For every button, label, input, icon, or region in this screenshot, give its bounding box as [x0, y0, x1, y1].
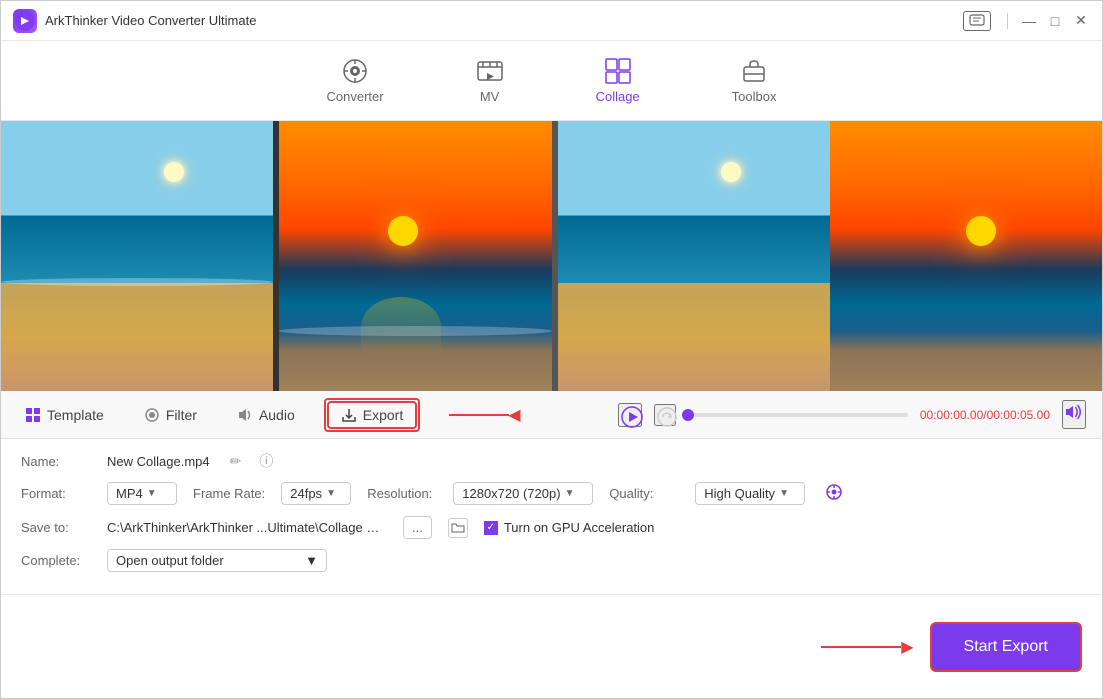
complete-arrow-icon: ▼ [305, 553, 318, 568]
save-to-row: Save to: C:\ArkThinker\ArkThinker ...Ult… [21, 516, 1082, 539]
name-info-icon[interactable]: ⓘ [259, 451, 273, 471]
app-icon [13, 9, 37, 33]
format-value: MP4 [116, 486, 143, 501]
audio-button[interactable]: Audio [229, 403, 303, 427]
tab-converter-label: Converter [327, 89, 384, 104]
gpu-label: Turn on GPU Acceleration [504, 520, 655, 535]
audio-label: Audio [259, 407, 295, 423]
annotation-line-2 [821, 646, 901, 648]
complete-value: Open output folder [116, 553, 301, 568]
browse-button[interactable]: ... [403, 516, 432, 539]
gpu-checkbox[interactable]: ✓ [484, 521, 498, 535]
progress-bar[interactable] [688, 413, 908, 417]
resolution-select[interactable]: 1280x720 (720p) ▼ [453, 482, 593, 505]
quality-value: High Quality [704, 486, 775, 501]
preview-panel-1[interactable] [1, 121, 273, 391]
name-label: Name: [21, 454, 91, 469]
gpu-acceleration-group: ✓ Turn on GPU Acceleration [484, 520, 655, 535]
tab-collage[interactable]: Collage [580, 49, 656, 112]
minimize-button[interactable]: — [1020, 12, 1038, 30]
complete-label: Complete: [21, 553, 91, 568]
filter-button[interactable]: Filter [136, 403, 205, 427]
export-label: Export [363, 407, 403, 423]
playback-controls: 00:00:00.00/00:00:05.00 [545, 400, 1086, 429]
time-total: 00:00:05.00 [987, 408, 1050, 422]
quality-label: Quality: [609, 486, 679, 501]
export-annotation-arrow: ◀ [449, 405, 520, 425]
format-row: Format: MP4 ▼ Frame Rate: 24fps ▼ Resolu… [21, 481, 1082, 506]
action-area: ▶ Start Export [1, 595, 1102, 698]
play-button[interactable] [618, 403, 642, 427]
name-row: Name: New Collage.mp4 ✏ ⓘ [21, 451, 1082, 471]
open-folder-icon[interactable] [448, 518, 468, 538]
frame-rate-value: 24fps [290, 486, 322, 501]
quality-arrow-icon: ▼ [779, 488, 789, 499]
format-label: Format: [21, 486, 91, 501]
progress-dot [682, 409, 694, 421]
volume-button[interactable] [1062, 400, 1086, 429]
frame-rate-label: Frame Rate: [193, 486, 265, 501]
preview-area [1, 121, 1102, 391]
quality-settings-button[interactable] [821, 481, 847, 506]
tab-toolbox[interactable]: Toolbox [716, 49, 793, 112]
time-current: 00:00:00.00 [920, 408, 983, 422]
export-panel: Name: New Collage.mp4 ✏ ⓘ Format: MP4 ▼ … [1, 439, 1102, 595]
export-button[interactable]: Export [327, 401, 417, 429]
titlebar: ArkThinker Video Converter Ultimate — □ … [1, 1, 1102, 41]
save-to-label: Save to: [21, 520, 91, 535]
complete-row: Complete: Open output folder ▼ [21, 549, 1082, 572]
quality-select[interactable]: High Quality ▼ [695, 482, 805, 505]
tab-converter[interactable]: Converter [311, 49, 400, 112]
frame-rate-select[interactable]: 24fps ▼ [281, 482, 351, 505]
app-title: ArkThinker Video Converter Ultimate [45, 13, 963, 28]
window-controls: — □ ✕ [963, 11, 1090, 31]
tab-toolbox-label: Toolbox [732, 89, 777, 104]
start-export-annotation: ▶ [821, 637, 913, 657]
maximize-button[interactable]: □ [1046, 12, 1064, 30]
export-button-container: Export [327, 401, 417, 429]
resolution-arrow-icon: ▼ [565, 488, 575, 499]
frame-rate-arrow-icon: ▼ [326, 488, 336, 499]
tab-mv-label: MV [480, 89, 500, 104]
tab-collage-label: Collage [596, 89, 640, 104]
loop-button[interactable] [654, 404, 676, 426]
tab-mv[interactable]: MV [460, 49, 520, 112]
start-export-button[interactable]: Start Export [930, 622, 1082, 672]
start-export-container: ▶ Start Export [821, 622, 1082, 672]
nav-tabs: Converter MV Collage [1, 41, 1102, 121]
format-select[interactable]: MP4 ▼ [107, 482, 177, 505]
annotation-arrow-icon-2: ▶ [901, 637, 913, 657]
name-edit-icon[interactable]: ✏ [230, 453, 242, 470]
complete-select[interactable]: Open output folder ▼ [107, 549, 327, 572]
template-button[interactable]: Template [17, 403, 112, 427]
toolbar: Template Filter Audio Export [1, 391, 1102, 439]
resolution-value: 1280x720 (720p) [462, 486, 560, 501]
format-arrow-icon: ▼ [147, 488, 157, 499]
time-display: 00:00:00.00/00:00:05.00 [920, 408, 1050, 422]
name-value: New Collage.mp4 [107, 454, 210, 469]
preview-panel-3[interactable] [558, 121, 830, 391]
titlebar-separator [1007, 13, 1008, 29]
template-label: Template [47, 407, 104, 423]
preview-panel-4[interactable] [830, 121, 1102, 391]
preview-panel-2[interactable] [279, 121, 551, 391]
close-button[interactable]: ✕ [1072, 12, 1090, 30]
resolution-label: Resolution: [367, 486, 437, 501]
save-to-path: C:\ArkThinker\ArkThinker ...Ultimate\Col… [107, 520, 387, 535]
filter-label: Filter [166, 407, 197, 423]
chat-icon[interactable] [963, 11, 991, 31]
